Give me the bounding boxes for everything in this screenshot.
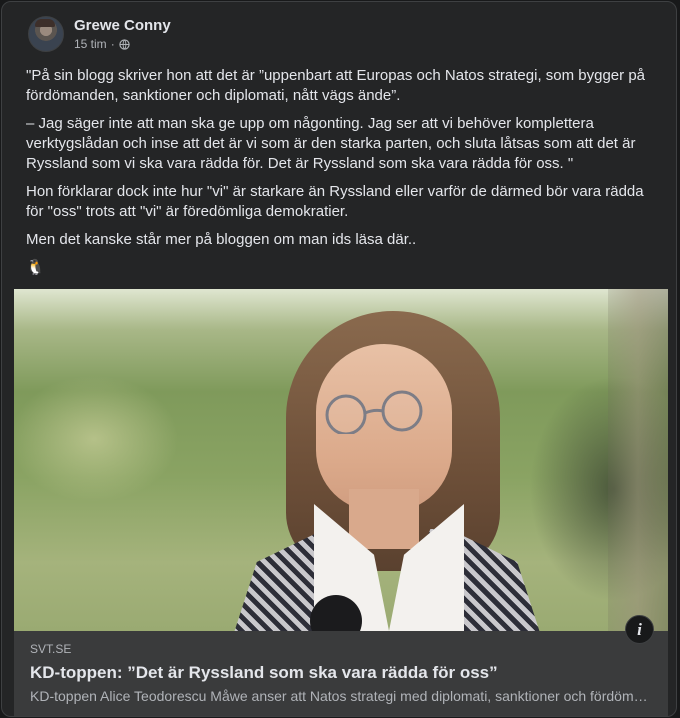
link-preview-card[interactable]: SVT.SE KD-toppen: ”Det är Ryssland som s…: [14, 631, 668, 716]
info-icon[interactable]: i: [625, 615, 654, 644]
post-paragraph: "På sin blogg skriver hon att det är ”up…: [26, 67, 645, 104]
post-paragraph: Hon förklarar dock inte hur "vi" är star…: [26, 183, 644, 220]
author-name[interactable]: Grewe Conny: [74, 16, 171, 36]
link-title[interactable]: KD-toppen: ”Det är Ryssland som ska vara…: [30, 662, 652, 684]
photo-neck: [349, 489, 419, 549]
post-timestamp[interactable]: 15 tim: [74, 36, 107, 52]
background-tree: [608, 289, 668, 631]
post-subline: 15 tim ·: [74, 36, 171, 52]
avatar[interactable]: [28, 16, 64, 52]
post-header: Grewe Conny 15 tim ·: [28, 14, 171, 54]
post-body: "På sin blogg skriver hon att det är ”up…: [26, 66, 656, 278]
penguin-emoji: 🐧: [26, 259, 45, 276]
post-paragraph: – Jag säger inte att man ska ge upp om n…: [26, 115, 636, 172]
photo-glasses: [325, 390, 423, 434]
feed-post: Grewe Conny 15 tim · "På sin blogg skriv…: [1, 1, 677, 717]
globe-icon: [119, 38, 130, 50]
post-meta: Grewe Conny 15 tim ·: [74, 16, 171, 52]
meta-separator: ·: [110, 37, 115, 51]
post-paragraph: Men det kanske står mer på bloggen om ma…: [26, 231, 417, 248]
link-domain: SVT.SE: [30, 642, 72, 656]
link-preview-image[interactable]: [14, 289, 668, 631]
link-description: KD-toppen Alice Teodorescu Måwe anser at…: [30, 688, 652, 704]
